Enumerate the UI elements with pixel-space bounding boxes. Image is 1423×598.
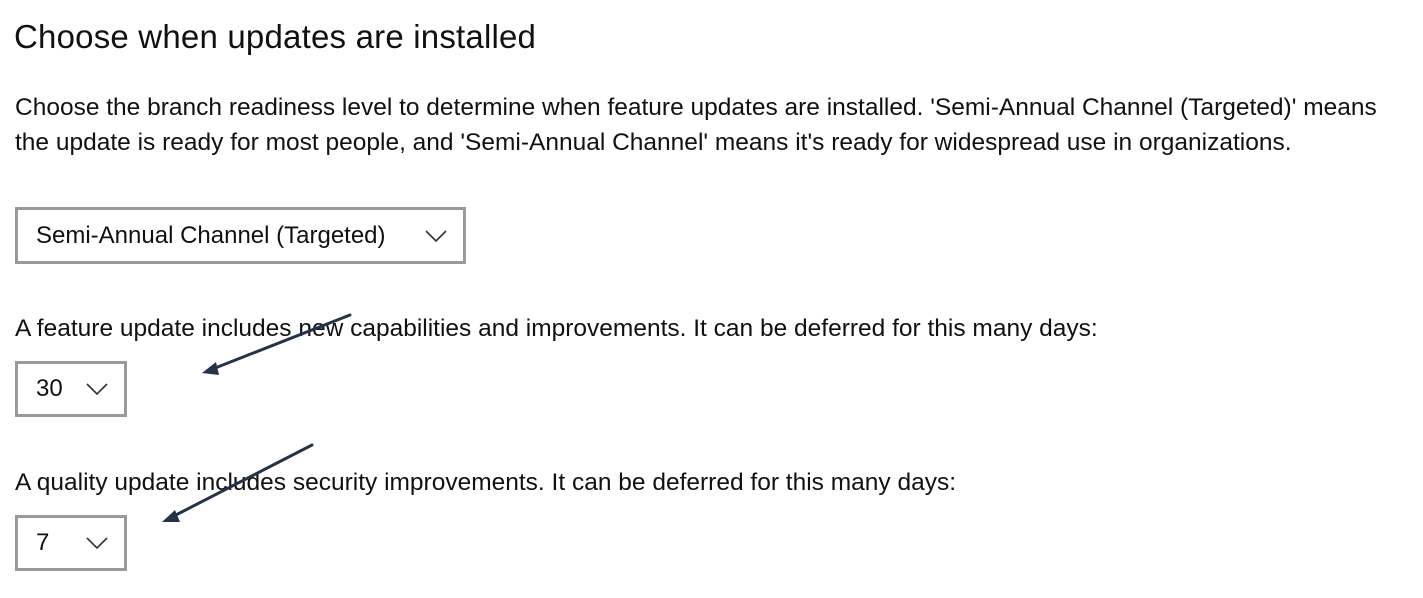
page-title: Choose when updates are installed <box>14 18 537 55</box>
chevron-down-icon <box>86 383 108 396</box>
quality-update-label: A quality update includes security impro… <box>15 469 957 496</box>
feature-update-deferral-dropdown[interactable]: 30 <box>15 361 127 417</box>
feature-update-label: A feature update includes new capabiliti… <box>15 315 1098 342</box>
chevron-down-icon <box>425 229 447 242</box>
branch-readiness-selected-value: Semi-Annual Channel (Targeted) <box>36 221 386 249</box>
quality-update-selected-value: 7 <box>36 529 50 556</box>
branch-readiness-description: Choose the branch readiness level to det… <box>15 94 1377 156</box>
chevron-down-icon <box>86 537 108 550</box>
update-settings-page: Choose when updates are installed Choose… <box>0 0 1423 598</box>
annotation-overlay <box>162 313 352 522</box>
feature-update-selected-value: 30 <box>36 375 63 402</box>
branch-readiness-dropdown[interactable]: Semi-Annual Channel (Targeted) <box>15 207 466 264</box>
quality-update-deferral-dropdown[interactable]: 7 <box>15 515 127 571</box>
